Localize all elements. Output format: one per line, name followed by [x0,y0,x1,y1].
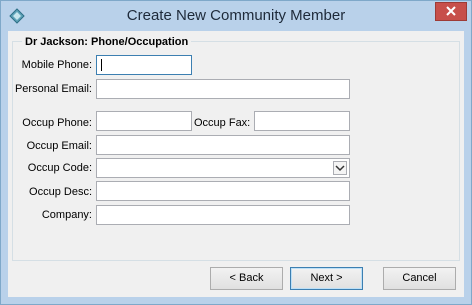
occup-phone-input[interactable] [96,111,192,131]
occup-email-label: Occup Email: [26,140,92,152]
occup-phone-label: Occup Phone: [22,117,92,129]
occup-email-input[interactable] [96,135,350,155]
company-input[interactable] [96,205,350,225]
close-button[interactable] [435,2,467,21]
occup-desc-input[interactable] [96,181,350,201]
occup-desc-label: Occup Desc: [29,186,92,198]
occup-code-select[interactable] [96,158,350,178]
occup-code-label: Occup Code: [27,162,92,174]
section-heading: Dr Jackson: Phone/Occupation [22,36,192,48]
cancel-button[interactable]: Cancel [383,267,456,290]
close-icon [446,6,456,16]
title-bar[interactable]: Create New Community Member [1,1,471,31]
chevron-down-icon [335,165,345,172]
next-button[interactable]: Next > [290,267,363,290]
mobile-phone-label: Mobile Phone: [21,59,92,71]
occup-code-dropdown-button[interactable] [333,161,347,175]
personal-email-input[interactable] [96,79,350,99]
occup-fax-label: Occup Fax: [194,117,251,129]
mobile-phone-input[interactable] [96,55,192,75]
company-label: Company: [41,209,92,221]
dialog-window: Create New Community Member Dr Jackson: … [0,0,472,305]
back-button[interactable]: < Back [210,267,283,290]
text-caret [101,59,102,71]
occup-fax-input[interactable] [254,111,350,131]
window-title: Create New Community Member [126,7,346,24]
personal-email-label: Personal Email: [14,83,92,95]
dialog-body: Dr Jackson: Phone/Occupation Mobile Phon… [8,31,464,297]
